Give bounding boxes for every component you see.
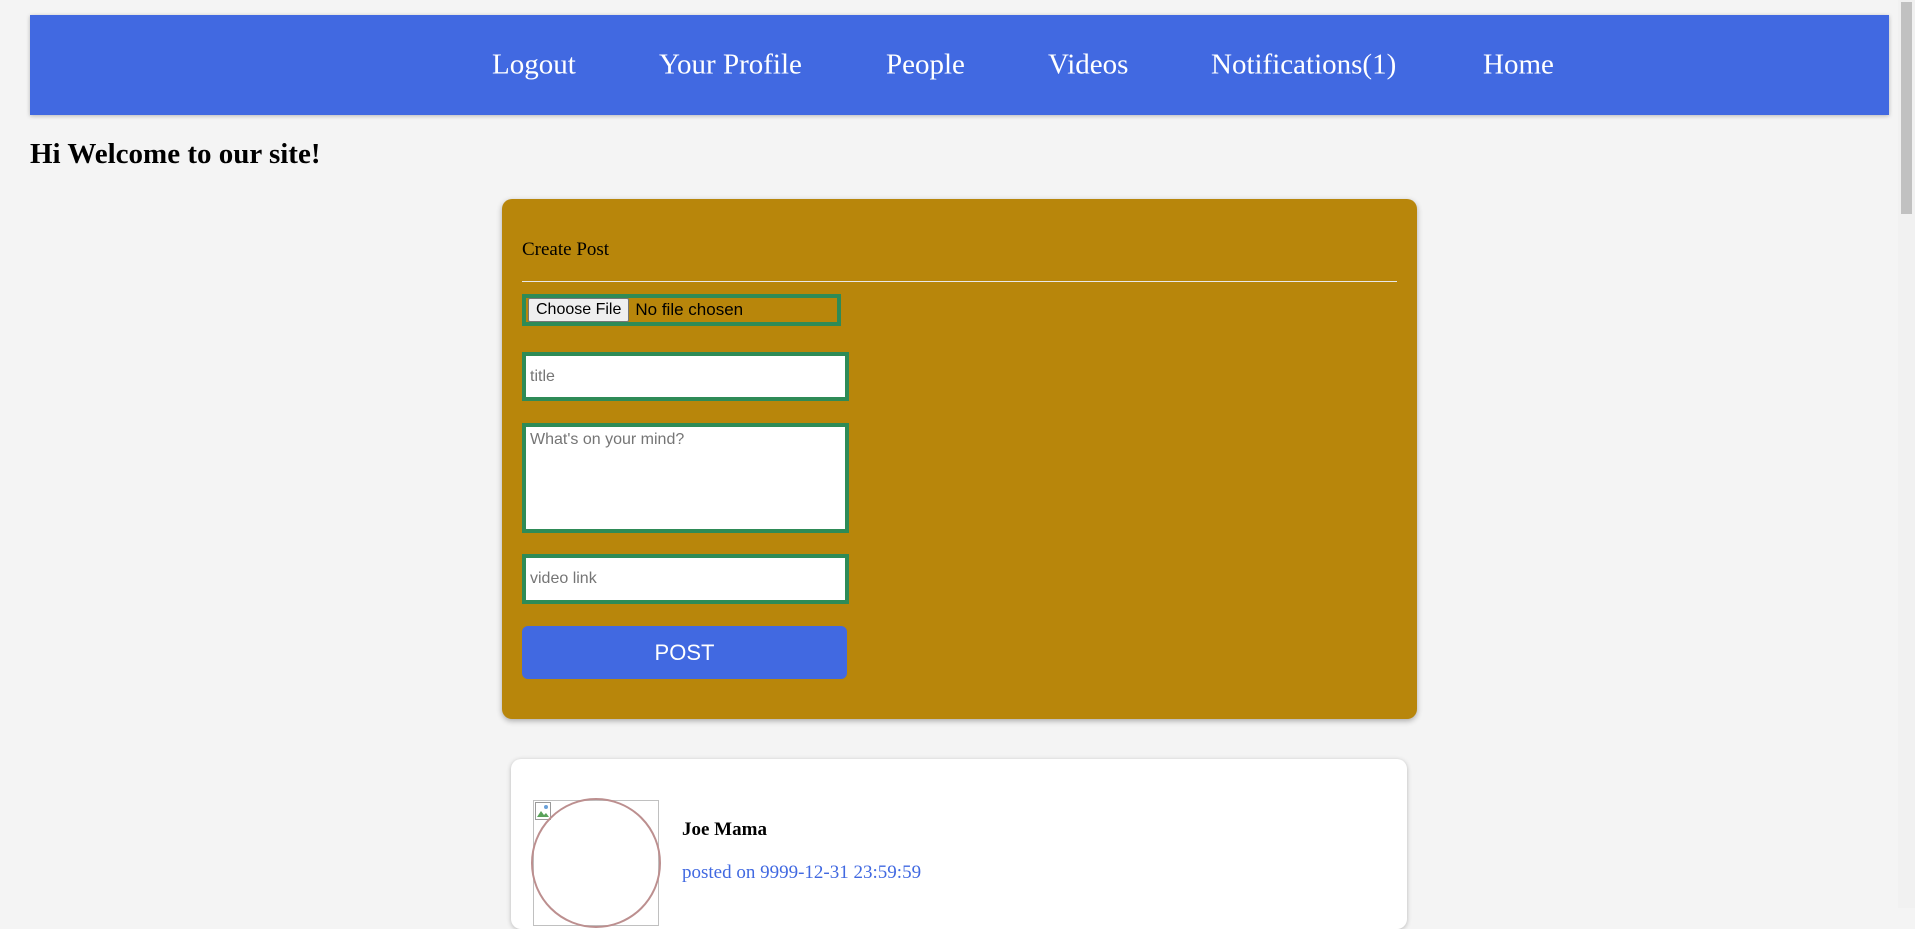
create-post-card: Create Post Choose File No file chosen P… <box>502 199 1417 719</box>
feed-post-card: Joe Mama posted on 9999-12-31 23:59:59 <box>511 759 1407 929</box>
card-divider <box>522 281 1397 282</box>
file-input[interactable]: Choose File No file chosen <box>522 294 841 326</box>
page-scrollbar[interactable] <box>1898 0 1915 908</box>
post-body-textarea[interactable] <box>522 423 849 533</box>
nav-notifications-link[interactable]: Notifications(1) <box>1211 49 1396 82</box>
nav-home-link[interactable]: Home <box>1483 49 1554 82</box>
title-input[interactable] <box>522 352 849 401</box>
nav-videos-link[interactable]: Videos <box>1048 49 1128 82</box>
post-button[interactable]: POST <box>522 626 847 679</box>
choose-file-button[interactable]: Choose File <box>528 298 630 322</box>
avatar[interactable] <box>531 798 661 928</box>
create-post-heading: Create Post <box>522 239 610 260</box>
top-navbar: Logout Your Profile People Videos Notifi… <box>30 15 1889 115</box>
nav-your-profile-link[interactable]: Your Profile <box>659 49 802 82</box>
file-status-text: No file chosen <box>635 300 744 319</box>
scrollbar-thumb[interactable] <box>1901 2 1912 214</box>
post-author-name[interactable]: Joe Mama <box>682 819 767 841</box>
welcome-heading: Hi Welcome to our site! <box>30 138 321 170</box>
video-link-input[interactable] <box>522 554 849 604</box>
avatar-ring <box>531 798 661 928</box>
nav-logout-link[interactable]: Logout <box>492 49 576 82</box>
nav-people-link[interactable]: People <box>886 49 965 82</box>
post-timestamp: posted on 9999-12-31 23:59:59 <box>682 862 922 883</box>
